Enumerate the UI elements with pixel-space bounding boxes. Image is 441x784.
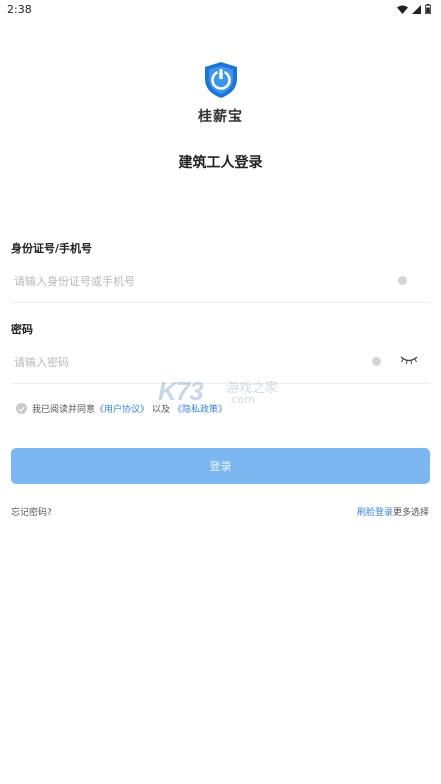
password-field-label: 密码 [11, 323, 33, 336]
login-button[interactable]: 登录 [11, 448, 430, 484]
forgot-password-link[interactable]: 忘记密码? [11, 505, 52, 518]
id-field-row [11, 259, 430, 303]
privacy-policy-link[interactable]: 《隐私政策》 [173, 402, 227, 415]
shield-wrench-icon [201, 60, 241, 104]
password-input[interactable] [14, 353, 374, 371]
agreement-prefix: 我已阅读并同意 [32, 405, 96, 415]
user-agreement-link[interactable]: 《用户协议》 [95, 402, 149, 415]
more-options-link[interactable]: 更多选择 [393, 508, 429, 518]
cellular-signal-icon [412, 4, 421, 14]
battery-icon [425, 4, 431, 14]
clear-input-icon[interactable] [372, 357, 381, 366]
status-time: 2:38 [7, 3, 32, 16]
status-bar: 2:38 [0, 0, 441, 22]
clear-input-icon[interactable] [398, 276, 407, 285]
logo-text: 桂薪宝 [198, 109, 243, 125]
face-login-link[interactable]: 刷脸登录 [357, 508, 393, 518]
page-title: 建筑工人登录 [178, 155, 263, 171]
agreement-row: 我已阅读并同意 《用户协议》 以及 《隐私政策》 [16, 402, 227, 415]
app-logo: 桂薪宝 [0, 60, 441, 126]
agreement-checkbox[interactable] [16, 403, 27, 414]
more-login-options: 刷脸登录更多选择 [357, 505, 429, 518]
check-icon [18, 406, 25, 412]
wifi-icon [397, 5, 408, 14]
status-icons [397, 4, 431, 14]
watermark-domain: .com [228, 393, 255, 406]
id-field-label: 身份证号/手机号 [11, 242, 93, 255]
id-phone-input[interactable] [14, 272, 374, 290]
agreement-and: 以及 [152, 405, 171, 415]
